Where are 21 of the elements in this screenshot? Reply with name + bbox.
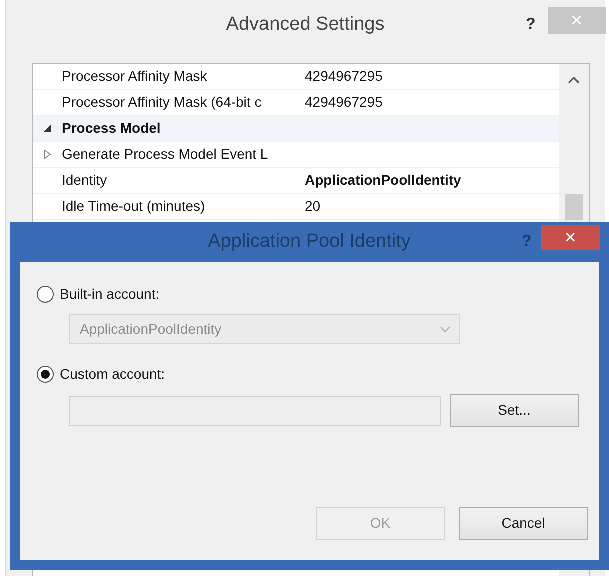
property-name: Processor Affinity Mask (64-bit c	[62, 93, 263, 112]
expand-triangle-icon[interactable]	[43, 150, 52, 159]
window-title: Advanced Settings	[226, 12, 385, 37]
property-value: 20	[305, 198, 321, 214]
dropdown-value: ApplicationPoolIdentity	[80, 320, 222, 339]
caret-icon	[440, 326, 451, 332]
close-button[interactable]: ×	[541, 225, 600, 250]
property-name: Identity	[62, 171, 108, 190]
category-name: Process Model	[62, 119, 162, 138]
scroll-thumb[interactable]	[565, 194, 583, 220]
dialog-title: Application Pool Identity	[208, 230, 411, 254]
property-name: Idle Time-out (minutes)	[62, 197, 206, 216]
property-value: ApplicationPoolIdentity	[305, 172, 462, 188]
collapse-triangle-icon[interactable]	[43, 124, 52, 133]
help-button[interactable]: ?	[526, 13, 536, 37]
property-name: Processor Affinity Mask	[62, 67, 208, 86]
property-value: 4294967295	[305, 68, 383, 84]
scroll-up-icon[interactable]	[568, 76, 580, 84]
dialog-button[interactable]: Cancel	[459, 507, 588, 540]
property-value: 4294967295	[305, 94, 383, 110]
property-name: Generate Process Model Event L	[62, 145, 270, 164]
